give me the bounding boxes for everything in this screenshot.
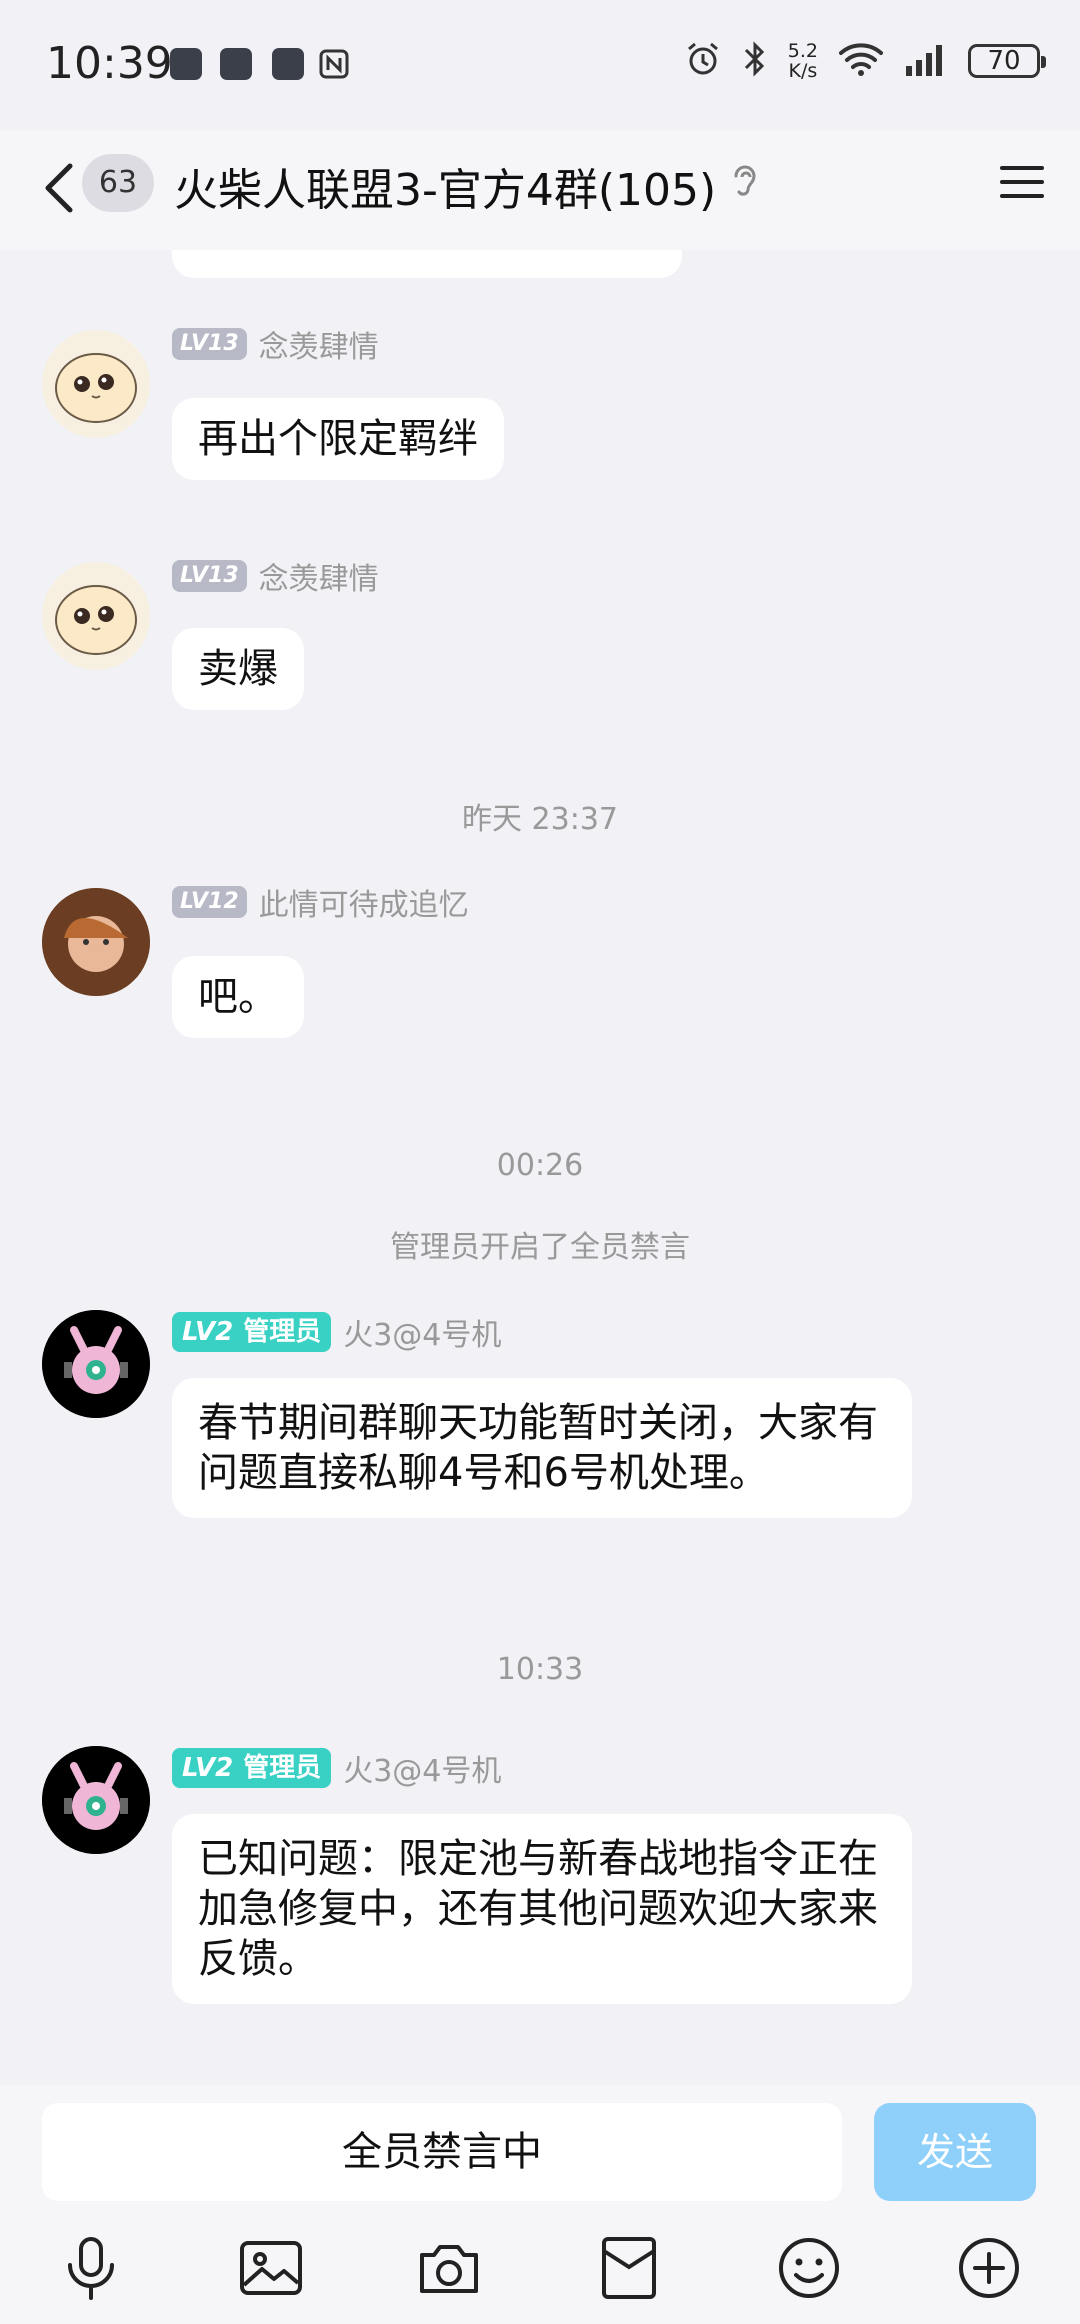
battery-indicator: 70 <box>968 44 1046 78</box>
level-badge: LV12 <box>172 886 247 918</box>
bluetooth-icon <box>742 40 768 82</box>
message-bubble[interactable]: 吧。 <box>172 956 304 1038</box>
system-notice: 管理员开启了全员禁言 <box>390 1230 690 1265</box>
timestamp: 10:33 <box>496 1652 584 1687</box>
emoji-icon[interactable] <box>774 2233 844 2303</box>
red-packet-icon[interactable] <box>594 2233 664 2303</box>
timestamp: 00:26 <box>496 1148 584 1183</box>
microphone-icon[interactable] <box>56 2233 126 2303</box>
network-speed: 5.2 K/s <box>787 40 818 82</box>
message-input[interactable]: 全员禁言中 <box>42 2103 842 2201</box>
avatar[interactable] <box>42 330 150 438</box>
message-bubble-partial[interactable] <box>172 250 682 278</box>
input-bar: 全员禁言中 发送 <box>0 2085 1080 2324</box>
sender-info: LV2 管理员 火3@4号机 <box>172 1746 501 1790</box>
unread-count-badge[interactable]: 63 <box>82 154 154 212</box>
sender-name[interactable]: 念羡肆情 <box>259 322 379 366</box>
menu-button[interactable] <box>1000 160 1044 204</box>
status-time: 10:39 <box>46 38 173 89</box>
alarm-icon <box>684 40 722 82</box>
timestamp: 昨天 23:37 <box>462 802 618 837</box>
chat-message-list[interactable]: LV13 念羡肆情 再出个限定羁绊 LV13 念羡肆情 卖爆 昨天 23:37 … <box>0 250 1080 2085</box>
sender-name[interactable]: 火3@4号机 <box>343 1746 501 1790</box>
sender-info: LV2 管理员 火3@4号机 <box>172 1310 501 1354</box>
app-notification-icon <box>170 48 202 80</box>
app-notification-icon <box>220 48 252 80</box>
level-badge: LV13 <box>172 560 247 592</box>
admin-badge: LV2 管理员 <box>172 1748 332 1788</box>
hamburger-menu-icon <box>1000 166 1044 198</box>
ear-mode-icon <box>728 162 760 206</box>
send-button[interactable]: 发送 <box>874 2103 1036 2201</box>
signal-icon <box>904 42 948 80</box>
message-bubble[interactable]: 再出个限定羁绊 <box>172 398 504 480</box>
camera-icon[interactable] <box>414 2233 484 2303</box>
avatar[interactable] <box>42 562 150 670</box>
sender-name[interactable]: 念羡肆情 <box>259 554 379 598</box>
message-bubble[interactable]: 春节期间群聊天功能暂时关闭，大家有问题直接私聊4号和6号机处理。 <box>172 1378 912 1518</box>
back-button[interactable] <box>40 158 80 218</box>
sender-info: LV12 此情可待成追忆 <box>172 880 469 924</box>
sender-name[interactable]: 此情可待成追忆 <box>259 880 469 924</box>
chevron-left-icon <box>45 163 73 213</box>
app-notification-icon <box>272 48 304 80</box>
chat-header: 63 火柴人联盟3-官方4群(105) <box>0 130 1080 250</box>
avatar[interactable] <box>42 888 150 996</box>
plus-icon[interactable] <box>954 2233 1024 2303</box>
avatar[interactable] <box>42 1746 150 1854</box>
sender-name[interactable]: 火3@4号机 <box>343 1310 501 1354</box>
wifi-icon <box>838 41 884 81</box>
nfc-icon <box>318 48 350 80</box>
admin-badge: LV2 管理员 <box>172 1312 332 1352</box>
message-bubble[interactable]: 卖爆 <box>172 628 304 710</box>
sender-info: LV13 念羡肆情 <box>172 554 379 598</box>
status-bar: 10:39 5.2 K/s 70 <box>0 0 1080 130</box>
level-badge: LV13 <box>172 328 247 360</box>
avatar[interactable] <box>42 1310 150 1418</box>
image-icon[interactable] <box>236 2233 306 2303</box>
sender-info: LV13 念羡肆情 <box>172 322 379 366</box>
page-title[interactable]: 火柴人联盟3-官方4群(105) <box>174 154 716 218</box>
message-bubble[interactable]: 已知问题：限定池与新春战地指令正在加急修复中，还有其他问题欢迎大家来反馈。 <box>172 1814 912 2004</box>
